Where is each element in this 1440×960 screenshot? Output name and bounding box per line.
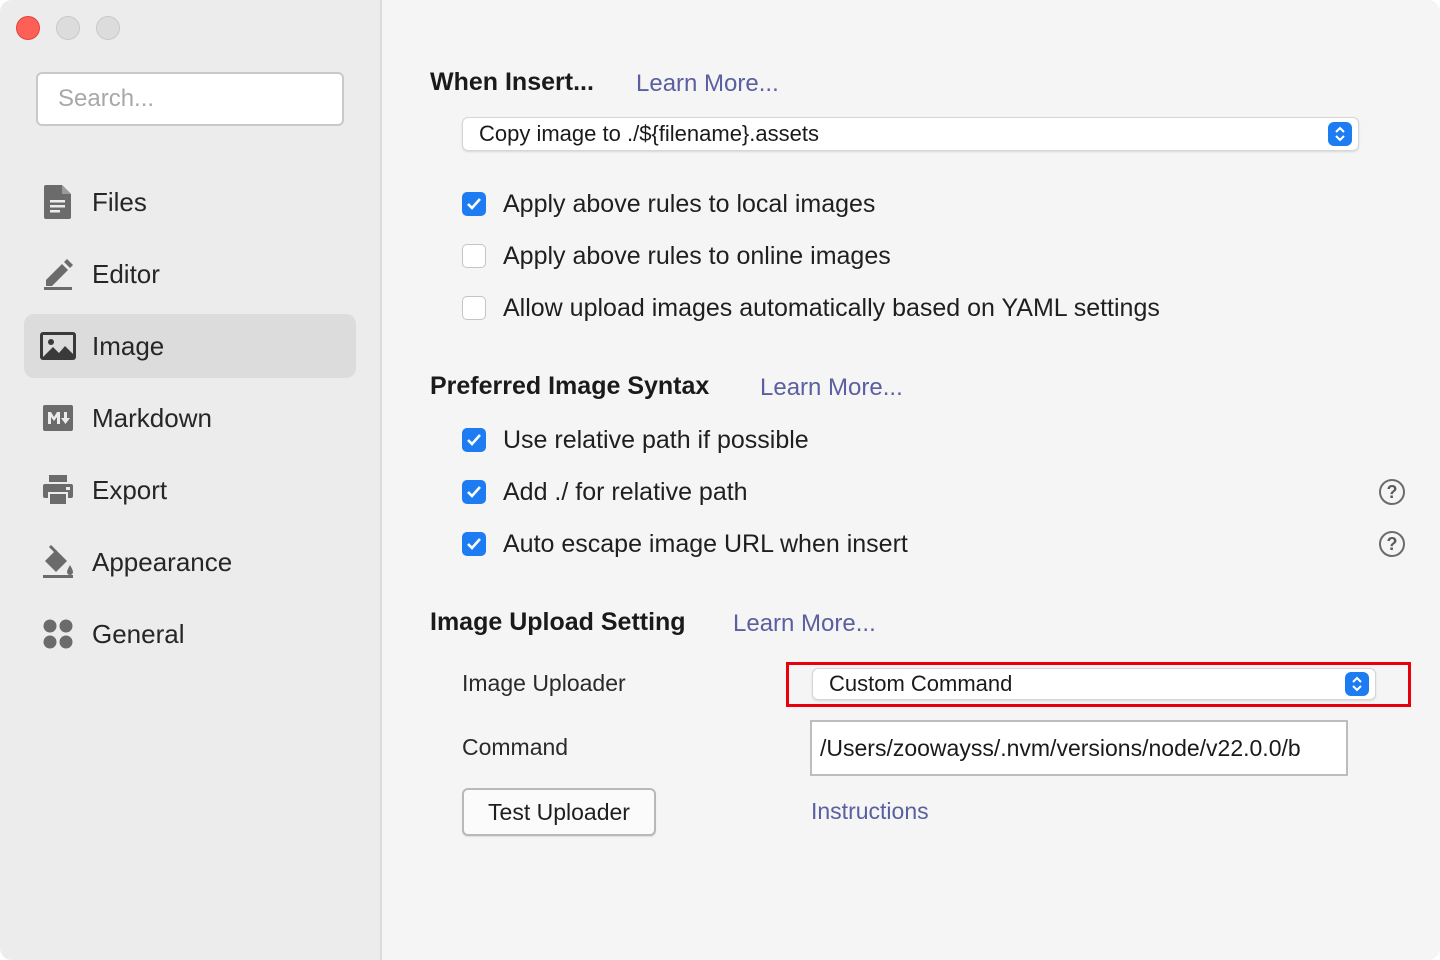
test-uploader-button[interactable]: Test Uploader <box>462 788 656 836</box>
markdown-icon <box>40 400 76 436</box>
sidebar-item-editor[interactable]: Editor <box>24 242 356 306</box>
auto-escape-option: Auto escape image URL when insert <box>462 524 908 564</box>
auto-escape-checkbox[interactable] <box>462 532 486 556</box>
image-syntax-learn-more-link[interactable]: Learn More... <box>760 374 903 402</box>
preferences-window: Files Editor Image Markdown <box>0 0 1440 960</box>
relative-path-checkbox[interactable] <box>462 428 486 452</box>
search-input[interactable] <box>36 72 344 126</box>
relative-path-label: Use relative path if possible <box>503 425 809 454</box>
local-images-label: Apply above rules to local images <box>503 189 876 218</box>
file-icon <box>40 184 76 220</box>
dot-slash-help-icon[interactable]: ? <box>1379 479 1405 505</box>
grid-icon <box>40 616 76 652</box>
dot-slash-label: Add ./ for relative path <box>503 477 748 506</box>
yaml-upload-option: Allow upload images automatically based … <box>462 288 1160 328</box>
maximize-window-button[interactable] <box>96 16 120 40</box>
sidebar-item-label: Export <box>92 474 168 505</box>
local-images-option: Apply above rules to local images <box>462 184 875 224</box>
upload-setting-learn-more-link[interactable]: Learn More... <box>733 610 876 638</box>
command-label: Command <box>462 734 569 760</box>
sidebar-item-general[interactable]: General <box>24 602 356 666</box>
minimize-window-button[interactable] <box>56 16 80 40</box>
online-images-label: Apply above rules to online images <box>503 241 891 270</box>
sidebar-item-markdown[interactable]: Markdown <box>24 386 356 450</box>
dot-slash-option: Add ./ for relative path <box>462 472 748 512</box>
printer-icon <box>40 472 76 508</box>
sidebar-item-label: Markdown <box>92 402 212 433</box>
when-insert-title: When Insert... <box>430 68 594 96</box>
image-icon <box>40 328 76 364</box>
sidebar-item-label: Files <box>92 186 147 217</box>
sidebar: Files Editor Image Markdown <box>0 0 382 960</box>
sidebar-item-appearance[interactable]: Appearance <box>24 530 356 594</box>
pencil-icon <box>40 256 76 292</box>
sidebar-nav: Files Editor Image Markdown Export Appea… <box>24 170 356 674</box>
image-uploader-value: Custom Command <box>829 671 1013 696</box>
auto-escape-label: Auto escape image URL when insert <box>503 529 908 558</box>
insert-action-value: Copy image to ./${filename}.assets <box>479 121 819 146</box>
sidebar-item-label: General <box>92 618 185 649</box>
sidebar-item-label: Editor <box>92 258 160 289</box>
when-insert-learn-more-link[interactable]: Learn More... <box>636 70 779 98</box>
instructions-link[interactable]: Instructions <box>811 798 929 825</box>
local-images-checkbox[interactable] <box>462 192 486 216</box>
online-images-checkbox[interactable] <box>462 244 486 268</box>
upload-setting-title: Image Upload Setting <box>430 608 686 636</box>
sidebar-item-files[interactable]: Files <box>24 170 356 234</box>
relative-path-option: Use relative path if possible <box>462 420 809 460</box>
image-syntax-title: Preferred Image Syntax <box>430 372 710 400</box>
image-uploader-label: Image Uploader <box>462 670 626 696</box>
sidebar-item-label: Appearance <box>92 546 233 577</box>
insert-action-select[interactable]: Copy image to ./${filename}.assets <box>462 117 1359 151</box>
settings-panel: When Insert... Learn More... Copy image … <box>382 0 1440 960</box>
dot-slash-checkbox[interactable] <box>462 480 486 504</box>
close-window-button[interactable] <box>16 16 40 40</box>
sidebar-item-export[interactable]: Export <box>24 458 356 522</box>
chevron-updown-icon <box>1345 672 1369 696</box>
image-uploader-select[interactable]: Custom Command <box>812 668 1376 700</box>
online-images-option: Apply above rules to online images <box>462 236 891 276</box>
chevron-updown-icon <box>1328 122 1352 146</box>
auto-escape-help-icon[interactable]: ? <box>1379 531 1405 557</box>
yaml-upload-checkbox[interactable] <box>462 296 486 320</box>
sidebar-item-image[interactable]: Image <box>24 314 356 378</box>
command-field[interactable]: /Users/zoowayss/.nvm/versions/node/v22.0… <box>810 720 1348 776</box>
yaml-upload-label: Allow upload images automatically based … <box>503 293 1160 322</box>
sidebar-item-label: Image <box>92 330 165 361</box>
paint-bucket-icon <box>40 544 76 580</box>
